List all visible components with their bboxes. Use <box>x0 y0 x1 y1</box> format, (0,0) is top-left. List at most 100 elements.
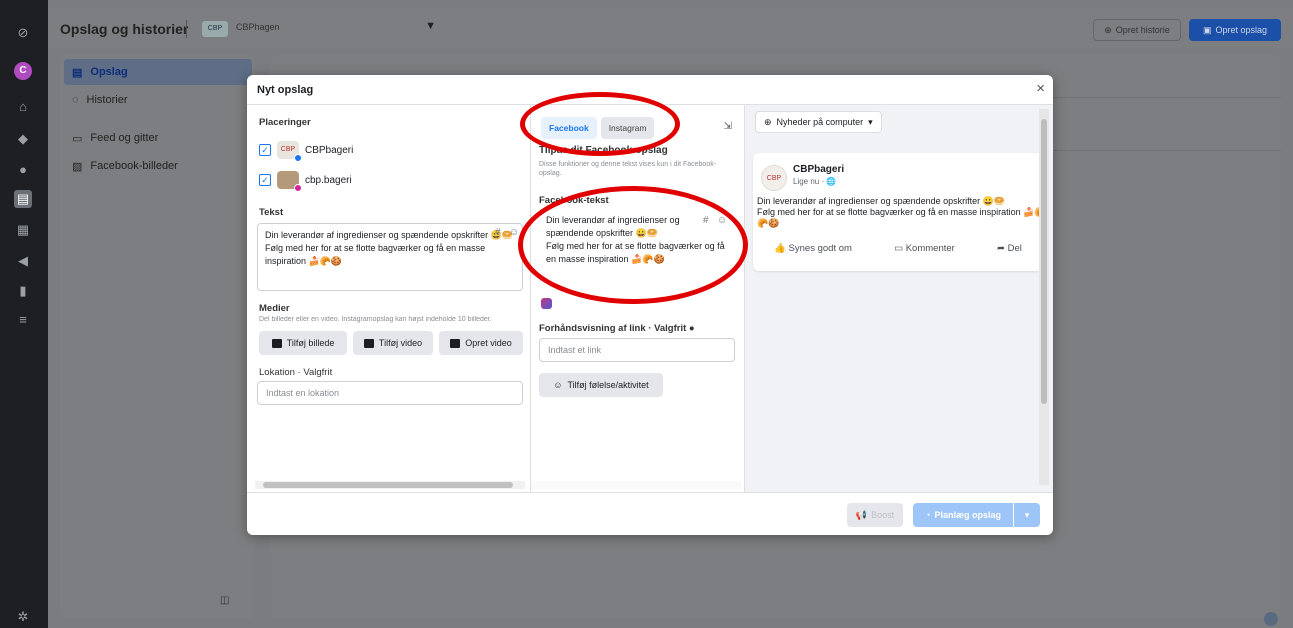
notifications-icon[interactable]: ◆ <box>14 130 32 148</box>
tab-instagram[interactable]: Instagram <box>600 117 655 139</box>
text-heading: Tekst <box>259 207 284 218</box>
placement-name: cbp.bageri <box>305 174 352 186</box>
left-rail: ⊘ C ⌂ ◆ ● ▤ ▦ ◀ ▮ ≡ ✲ <box>0 0 48 628</box>
emoji-icon[interactable]: ☺ <box>717 215 727 226</box>
boost-button[interactable]: 📢 Boost <box>847 503 903 527</box>
page-avatar: CBP <box>277 141 302 162</box>
add-feeling-button[interactable]: ☺ Tilføj følelse/aktivitet <box>539 373 663 397</box>
account-selector[interactable]: CBP CBPhagen ▼ <box>198 18 440 40</box>
sidebar-item-label: Facebook-billeder <box>90 160 178 172</box>
checkbox[interactable]: ✓ <box>259 144 271 156</box>
facebook-text-heading: Facebook-tekst <box>539 195 609 206</box>
emoji-icon[interactable]: ☺ <box>509 227 519 238</box>
page-avatar: CBP <box>761 165 787 191</box>
menu-icon[interactable]: ≡ <box>14 311 32 329</box>
posts-icon[interactable]: ▤ <box>14 190 32 208</box>
calendar-icon[interactable]: ▦ <box>14 221 32 239</box>
boost-label: Boost <box>871 510 895 520</box>
megaphone-icon: 📢 <box>855 509 868 520</box>
home-icon[interactable]: ⌂ <box>14 98 32 116</box>
like-label: Synes godt om <box>788 243 852 254</box>
schedule-post-button[interactable]: ◔ Planlæg opslag <box>913 503 1013 527</box>
post-text-line: 🥐🍪 <box>757 218 780 228</box>
sidebar-item-stories[interactable]: ◌ Historier <box>64 87 252 113</box>
like-button[interactable]: 👍 Synes godt om <box>774 243 852 254</box>
share-button[interactable]: ➦ Del <box>997 243 1022 254</box>
post-icon: ▣ <box>1202 24 1212 35</box>
avatar[interactable]: C <box>14 62 32 80</box>
account-logo: CBP <box>202 21 228 37</box>
horizontal-scrollbar[interactable] <box>255 481 525 489</box>
add-feeling-label: Tilføj følelse/aktivitet <box>567 380 649 390</box>
tab-facebook[interactable]: Facebook <box>541 117 597 139</box>
add-video-button[interactable]: Tilføj video <box>353 331 433 355</box>
horizontal-scrollbar[interactable] <box>531 481 741 489</box>
checkbox[interactable]: ✓ <box>259 174 271 186</box>
media-hint: Del billeder eller en video. Instagramop… <box>259 316 492 323</box>
location-input[interactable]: Indtast en lokation <box>257 381 523 405</box>
preview-placement-select[interactable]: ⊕ Nyheder på computer ▾ <box>755 111 882 133</box>
placement-facebook[interactable]: ✓ CBP CBPbageri <box>259 141 353 162</box>
placements-heading: Placeringer <box>259 117 311 128</box>
scrollbar-thumb[interactable] <box>263 482 513 488</box>
page-title: Opslag og historier <box>60 21 189 37</box>
help-icon[interactable] <box>1264 612 1278 626</box>
post-text: Din leverandør af ingredienser og spænde… <box>757 196 1043 229</box>
comment-button[interactable]: ▭ Kommenter <box>894 243 955 254</box>
new-post-dialog: Nyt opslag × Placeringer ✓ CBP CBPbageri… <box>247 75 1053 535</box>
customize-heading: Tilpas dit Facebook-opslag <box>539 145 668 156</box>
vertical-scrollbar[interactable] <box>1039 109 1049 485</box>
post-text-input[interactable]: Din leverandør af ingredienser og spænde… <box>257 223 523 291</box>
sidebar-item-label: Historier <box>86 94 128 106</box>
hashtag-icon[interactable]: # <box>495 227 501 238</box>
add-photo-label: Tilføj billede <box>286 338 335 348</box>
post-actions: 👍 Synes godt om ▭ Kommenter ➦ Del <box>753 243 1043 254</box>
chevron-down-icon: ▼ <box>425 20 436 32</box>
ads-icon[interactable]: ◀ <box>14 252 32 270</box>
schedule-dropdown-button[interactable]: ▾ <box>1014 503 1040 527</box>
insights-icon[interactable]: ▮ <box>14 282 32 300</box>
expand-icon[interactable]: ⇲ <box>724 121 732 132</box>
account-name: CBPhagen <box>236 22 280 32</box>
plus-circle-icon: ⊕ <box>1104 24 1112 35</box>
scrollbar-thumb[interactable] <box>1041 119 1047 404</box>
sidebar-item-feed-grid[interactable]: ▭ Feed og gitter <box>64 125 252 151</box>
chevron-down-icon: ▾ <box>868 116 873 127</box>
hashtag-icon[interactable]: # <box>703 215 709 226</box>
create-video-button[interactable]: Opret video <box>439 331 523 355</box>
create-video-label: Opret video <box>465 338 512 348</box>
video-icon <box>363 338 374 348</box>
sidebar-item-posts[interactable]: ▤ Opslag <box>64 59 252 85</box>
divider <box>186 20 187 38</box>
sidebar-item-facebook-photos[interactable]: ▨ Facebook-billeder <box>64 153 252 179</box>
comment-label: Kommenter <box>905 243 955 254</box>
dialog-header: Nyt opslag × <box>247 75 1053 105</box>
dialog-title: Nyt opslag <box>257 84 314 96</box>
document-icon: ▤ <box>72 66 83 79</box>
stories-icon: ◌ <box>72 94 79 106</box>
schedule-label: Planlæg opslag <box>934 510 1001 520</box>
post-preview-card: CBP CBPbageri Lige nu · 🌐 Din leverandør… <box>753 153 1043 271</box>
gradient-icon[interactable] <box>541 298 552 309</box>
create-story-button[interactable]: ⊕ Opret historie <box>1093 19 1181 41</box>
globe-icon: ⊕ <box>764 116 772 127</box>
preview-column: ⊕ Nyheder på computer ▾ CBP CBPbageri Li… <box>745 105 1053 492</box>
facebook-icon <box>294 154 302 162</box>
close-icon[interactable]: × <box>1036 80 1045 97</box>
info-icon: ● <box>688 323 695 334</box>
grid-icon: ▭ <box>72 132 83 145</box>
photo-icon: ▨ <box>72 160 83 173</box>
settings-icon[interactable]: ✲ <box>14 608 32 626</box>
create-post-button[interactable]: ▣ Opret opslag <box>1189 19 1281 41</box>
customize-column: Facebook Instagram ⇲ Tilpas dit Facebook… <box>531 105 745 492</box>
media-heading: Medier <box>259 303 290 314</box>
add-photo-button[interactable]: Tilføj billede <box>259 331 347 355</box>
meta-logo-icon[interactable]: ⊘ <box>14 24 32 42</box>
placement-instagram[interactable]: ✓ cbp.bageri <box>259 171 352 192</box>
globe-icon: 🌐 <box>826 177 837 186</box>
inbox-icon[interactable]: ● <box>14 161 32 179</box>
collapse-icon[interactable]: ◫ <box>220 595 229 606</box>
link-input[interactable]: Indtast et link <box>539 338 735 362</box>
sidebar: ▤ Opslag ◌ Historier ▭ Feed og gitter ▨ … <box>60 55 255 618</box>
customize-hint: Disse funktioner og denne tekst vises ku… <box>539 161 717 177</box>
